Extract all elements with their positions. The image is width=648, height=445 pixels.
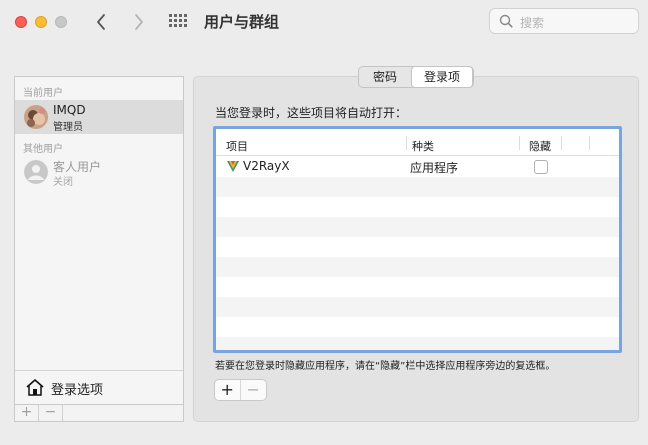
v2rayx-app-icon xyxy=(227,161,239,172)
empty-row xyxy=(216,317,619,337)
empty-row xyxy=(216,257,619,277)
remove-user-button[interactable]: − xyxy=(39,405,63,421)
guest-user-status: 关闭 xyxy=(53,177,73,188)
login-items-intro: 当您登录时，这些项目将自动打开： xyxy=(215,106,408,120)
empty-row xyxy=(216,177,619,197)
login-items-table[interactable]: 项目 种类 隐藏 V2RayX 应用程序 xyxy=(213,126,622,353)
empty-row xyxy=(216,197,619,217)
empty-row xyxy=(216,297,619,317)
users-sidebar: 当前用户 IMQD 管理员 其他用户 客人用户 关闭 登录选项 + − xyxy=(14,76,184,422)
hide-checkbox[interactable] xyxy=(534,160,548,174)
add-login-item-button[interactable]: + xyxy=(215,380,241,400)
tab-bar: 密码 登录项 xyxy=(358,66,474,88)
column-header-item[interactable]: 项目 xyxy=(226,138,248,154)
table-header: 项目 种类 隐藏 xyxy=(216,129,619,156)
show-all-button[interactable] xyxy=(168,12,190,32)
house-icon xyxy=(26,379,44,396)
column-header-hide[interactable]: 隐藏 xyxy=(529,138,551,154)
login-options-label: 登录选项 xyxy=(51,383,104,398)
grid-icon xyxy=(169,14,187,27)
column-divider xyxy=(406,136,407,150)
forward-button[interactable] xyxy=(128,10,150,34)
empty-row xyxy=(216,277,619,297)
other-users-header: 其他用户 xyxy=(23,144,63,155)
close-window-button[interactable] xyxy=(15,16,27,28)
chevron-right-icon xyxy=(135,14,143,30)
table-row[interactable]: V2RayX 应用程序 xyxy=(216,157,619,177)
sidebar-item-current-user[interactable]: IMQD 管理员 xyxy=(15,100,183,134)
column-divider xyxy=(589,136,590,150)
column-divider xyxy=(561,136,562,150)
empty-row xyxy=(216,217,619,237)
minimize-window-button[interactable] xyxy=(35,16,47,28)
hide-hint-text: 若要在您登录时隐藏应用程序，请在“隐藏”栏中选择应用程序旁边的复选框。 xyxy=(215,361,556,372)
login-options-item[interactable]: 登录选项 xyxy=(15,370,183,404)
remove-login-item-button[interactable]: − xyxy=(241,380,266,400)
current-user-name: IMQD xyxy=(53,103,86,117)
avatar xyxy=(24,105,48,129)
search-placeholder: 搜索 xyxy=(520,16,545,30)
guest-avatar-icon xyxy=(24,160,48,184)
chevron-left-icon xyxy=(97,14,105,30)
current-users-header: 当前用户 xyxy=(23,88,63,99)
tab-login-items[interactable]: 登录项 xyxy=(411,66,473,88)
title-bar: 用户与群组 搜索 xyxy=(0,0,648,44)
window-title: 用户与群组 xyxy=(204,13,280,31)
row-item-kind: 应用程序 xyxy=(410,161,459,175)
row-item-cell: V2RayX xyxy=(226,159,290,173)
column-divider xyxy=(519,136,520,150)
add-user-button[interactable]: + xyxy=(15,405,39,421)
sidebar-item-guest-user[interactable]: 客人用户 关闭 xyxy=(15,155,183,189)
current-user-role: 管理员 xyxy=(53,122,83,133)
sidebar-toolbar: + − xyxy=(15,404,183,421)
row-item-name: V2RayX xyxy=(243,159,290,173)
login-items-add-remove: + − xyxy=(214,379,267,401)
search-icon xyxy=(499,14,513,28)
tab-password[interactable]: 密码 xyxy=(359,67,411,87)
empty-row xyxy=(216,337,619,350)
back-button[interactable] xyxy=(90,10,112,34)
empty-row xyxy=(216,237,619,257)
zoom-window-button[interactable] xyxy=(55,16,67,28)
column-header-kind[interactable]: 种类 xyxy=(412,138,434,154)
search-field[interactable]: 搜索 xyxy=(489,8,639,34)
